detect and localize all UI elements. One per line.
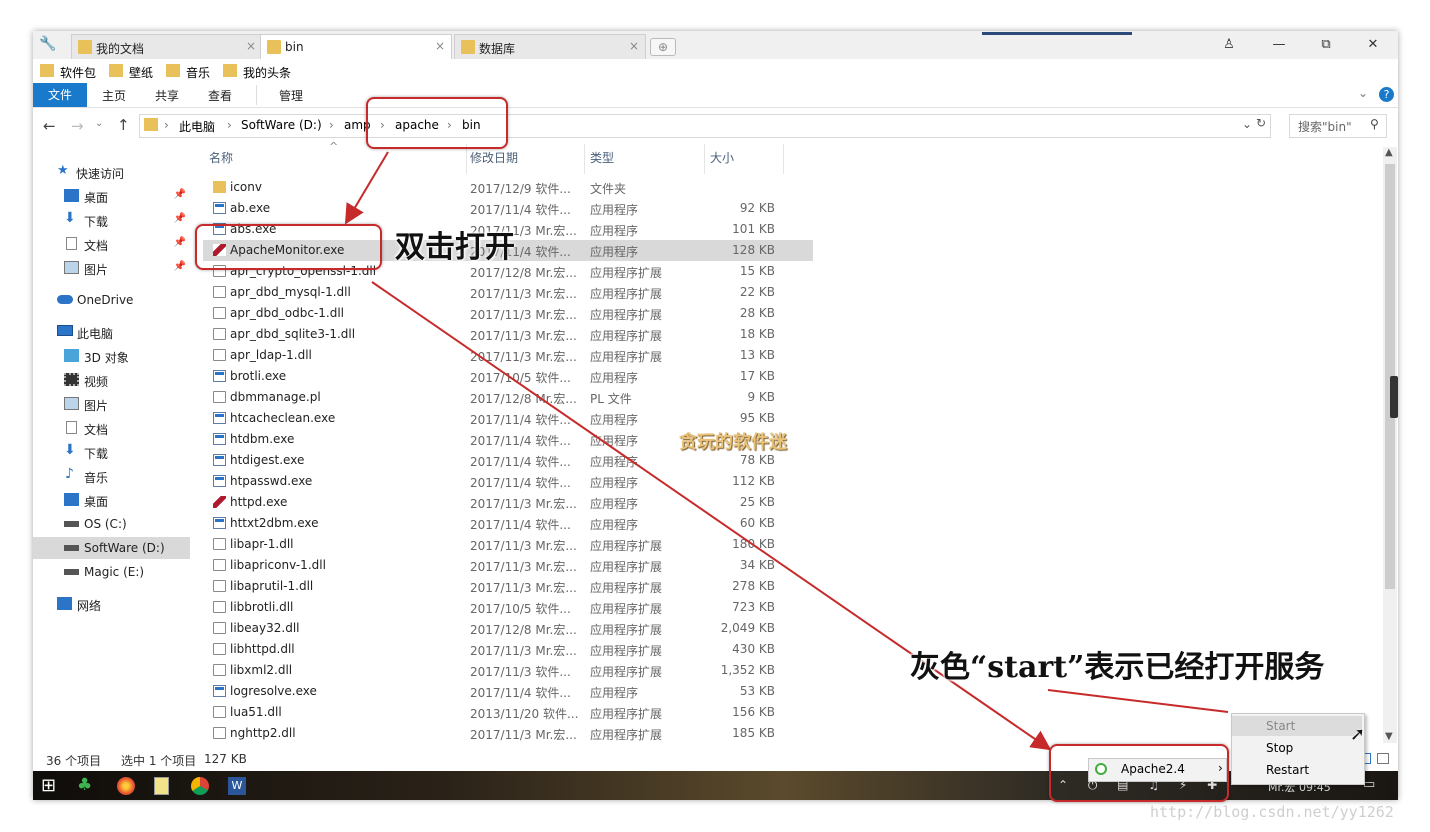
menu-label: Start [1266,719,1296,733]
arrow-to-monitor [344,151,389,225]
annotation-double-click: 双击打开 [395,230,515,265]
menu-item-restart[interactable]: Restart [1232,760,1362,780]
arrow-to-menu [1047,689,1229,713]
watermark: 贪玩的软件迷 [679,432,787,453]
submenu-arrow-icon: › [1218,761,1223,775]
source-credit: http://blog.csdn.net/yy1262 [1150,803,1394,821]
highlight-apachemonitor [195,224,382,270]
highlight-breadcrumb [366,97,508,149]
menu-item-stop[interactable]: Stop [1232,738,1362,758]
service-status-icon [1095,763,1107,775]
service-name: Apache2.4 [1121,762,1185,776]
apache-service-menu[interactable]: Apache2.4 › [1088,758,1227,782]
service-context-menu: Start Stop Restart [1231,713,1365,785]
annotation-gray-start: 灰色“start”表示已经打开服务 [910,650,1325,685]
mouse-cursor-icon: ➚ [1350,724,1366,745]
menu-item-start[interactable]: Start [1232,716,1362,736]
annotation-arrows [344,151,1229,751]
menu-label: Stop [1266,741,1294,755]
menu-label: Restart [1266,763,1310,777]
